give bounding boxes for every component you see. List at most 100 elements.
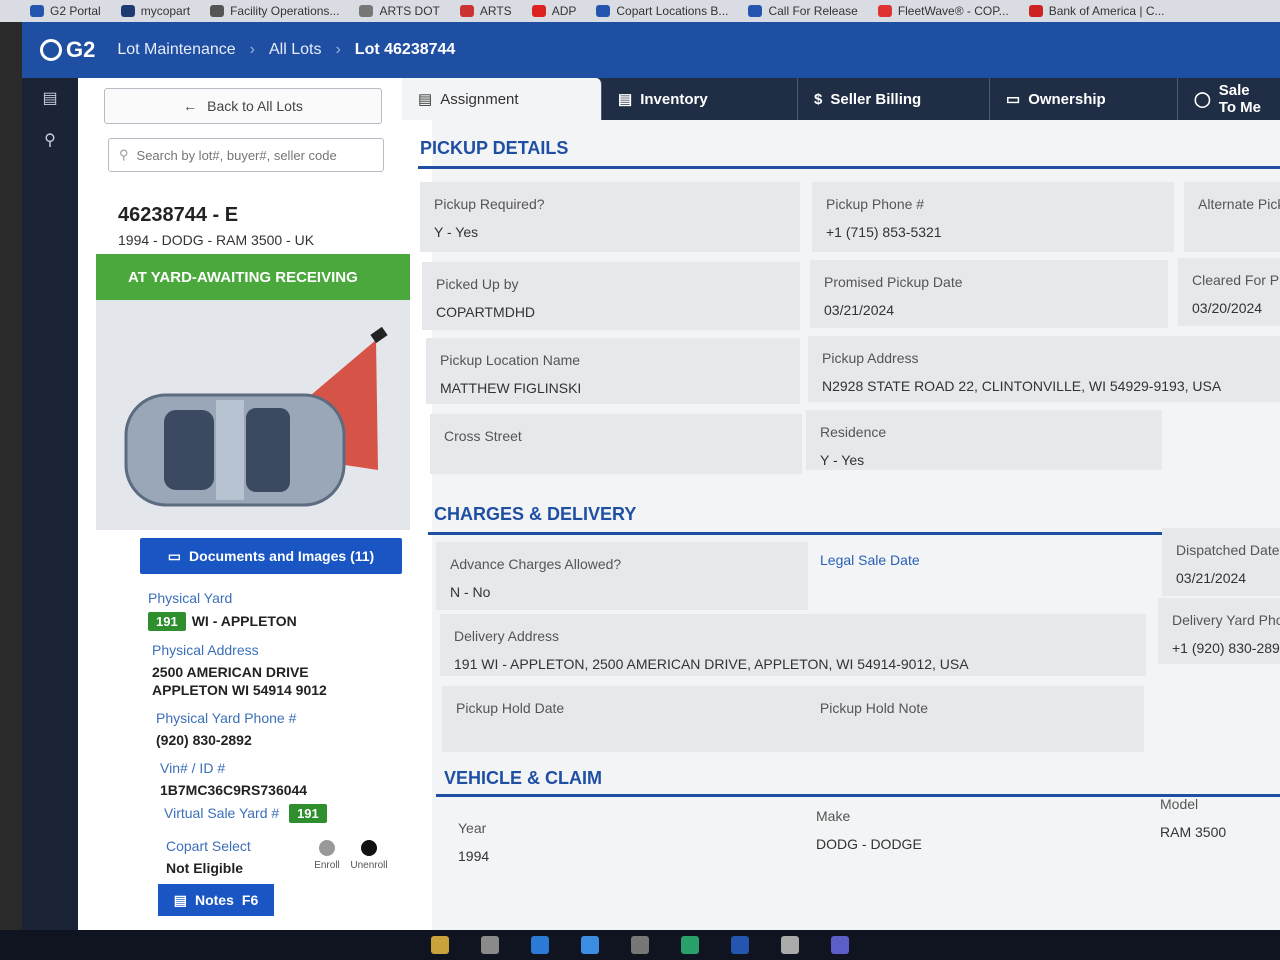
pickup-location-name-label: Pickup Location Name	[440, 352, 581, 368]
lot-vehicle-summary: 1994 - DODG - RAM 3500 - UK	[118, 232, 315, 248]
document-icon	[359, 5, 374, 17]
bookmark-bank-of-america[interactable]: Bank of America | C...	[1028, 4, 1165, 18]
adp-icon	[531, 5, 546, 17]
cleared-for-pickup-label: Cleared For Pic	[1192, 272, 1280, 288]
chevron-right-icon: ›	[249, 41, 255, 58]
bookmark-g2-portal[interactable]: G2 Portal	[30, 4, 101, 18]
pickup-phone-cell: Pickup Phone # +1 (715) 853-5321	[812, 182, 1174, 252]
outlook-icon[interactable]	[531, 936, 549, 954]
pickup-hold-cell: Pickup Hold Date Pickup Hold Note	[442, 686, 1144, 752]
vehicle-model-value: RAM 3500	[1160, 824, 1227, 840]
search-icon[interactable]: ⚲	[44, 130, 56, 150]
unenroll-toggle[interactable]: Unenroll	[344, 840, 394, 871]
delivery-address-cell: Delivery Address 191 WI - APPLETON, 2500…	[440, 614, 1146, 676]
logo-icon	[40, 39, 62, 61]
g2-icon	[748, 5, 763, 17]
section-divider	[418, 166, 1280, 169]
pickup-hold-note-label: Pickup Hold Note	[819, 700, 929, 716]
bookmark-arts-dot[interactable]: ARTS DOT	[359, 4, 440, 18]
lot-number-title: 46238744 - E	[118, 204, 239, 226]
copart-select-label: Copart Select	[166, 838, 251, 854]
copart-c-icon	[596, 5, 611, 17]
copart-icon	[120, 5, 135, 17]
app-icon[interactable]	[481, 936, 499, 954]
bookmark-facility-operations[interactable]: Facility Operations...	[210, 4, 339, 18]
arts-icon	[459, 5, 474, 17]
section-divider	[428, 532, 1280, 535]
cross-street-label: Cross Street	[444, 428, 522, 444]
back-to-all-lots-button[interactable]: ← Back to All Lots	[104, 88, 382, 124]
pickup-location-name-value: MATTHEW FIGLINSKI	[440, 380, 582, 396]
breadcrumb-lot-maintenance[interactable]: Lot Maintenance	[117, 41, 235, 59]
bookmark-mycopart[interactable]: mycopart	[120, 4, 190, 18]
monitor-icon[interactable]	[681, 936, 699, 954]
pickup-phone-value: +1 (715) 853-5321	[826, 224, 942, 240]
physical-yard-block: Physical Yard 191 WI - APPLETON	[148, 590, 297, 631]
app-icon[interactable]	[631, 936, 649, 954]
pickup-address-value: N2928 STATE ROAD 22, CLINTONVILLE, WI 54…	[822, 378, 1222, 394]
pickup-required-cell: Pickup Required? Y - Yes	[420, 182, 800, 252]
dollar-icon: $	[814, 90, 823, 108]
advance-charges-label: Advance Charges Allowed?	[450, 556, 622, 572]
vehicle-model-label: Model	[1160, 796, 1199, 812]
bookmark-call-for-release[interactable]: Call For Release	[748, 4, 858, 18]
physical-address-line1: 2500 AMERICAN DRIVE	[152, 664, 309, 680]
pickup-required-value: Y - Yes	[434, 224, 479, 240]
chevron-right-icon: ›	[335, 41, 341, 58]
pickup-details-title: PICKUP DETAILS	[420, 138, 569, 158]
notes-button[interactable]: ▤ Notes F6	[158, 884, 274, 916]
calculator-icon[interactable]	[781, 936, 799, 954]
advance-charges-cell: Advance Charges Allowed? N - No	[436, 542, 808, 610]
breadcrumb-all-lots[interactable]: All Lots	[269, 41, 321, 59]
promised-pickup-label: Promised Pickup Date	[824, 274, 963, 290]
app-screen: G2 Lot Maintenance › All Lots › Lot 4623…	[22, 22, 1280, 930]
vehicle-year-value: 1994	[458, 848, 490, 864]
delivery-yard-phone-label: Delivery Yard Phon	[1172, 612, 1280, 628]
search-icon: ⚲	[119, 147, 129, 162]
delivery-yard-phone-cell: Delivery Yard Phon +1 (920) 830-289	[1158, 598, 1280, 664]
bookmark-copart-locations[interactable]: Copart Locations B...	[596, 4, 728, 18]
car-icon[interactable]: ▤	[42, 88, 57, 108]
vehicle-make-value: DODG - DODGE	[816, 836, 922, 852]
legal-sale-date-label[interactable]: Legal Sale Date	[820, 552, 1148, 568]
basket-icon: ◯	[1194, 91, 1211, 108]
vehicle-make-cell: Make DODG - DODGE	[802, 794, 1142, 856]
picked-up-by-label: Picked Up by	[436, 276, 519, 292]
vehicle-make-label: Make	[816, 808, 851, 824]
lot-search-input[interactable]	[136, 147, 367, 163]
alternate-pickup-label: Alternate Pick	[1198, 196, 1280, 212]
pickup-address-label: Pickup Address	[822, 350, 919, 366]
copart-select-value: Not Eligible	[166, 860, 243, 876]
browser-icon[interactable]	[731, 936, 749, 954]
picked-up-by-value: COPARTMDHD	[436, 304, 536, 320]
tab-sale-to-me[interactable]: ◯ Sale To Me	[1178, 78, 1280, 120]
documents-and-images-button[interactable]: ▭ Documents and Images (11)	[140, 538, 402, 574]
phone-icon[interactable]	[581, 936, 599, 954]
yard-phone-block: Physical Yard Phone # (920) 830-2892	[156, 710, 296, 748]
delivery-yard-phone-value: +1 (920) 830-289	[1172, 640, 1280, 656]
residence-label: Residence	[820, 424, 887, 440]
promised-pickup-cell: Promised Pickup Date 03/21/2024	[810, 260, 1168, 328]
copart-select-block: Copart Select Not Eligible	[166, 838, 251, 876]
fleetwave-icon	[877, 5, 892, 17]
physical-yard-badge: 191	[148, 612, 186, 631]
tab-seller-billing[interactable]: $ Seller Billing	[798, 78, 990, 120]
bookmark-adp[interactable]: ADP	[531, 4, 576, 18]
vin-block: Vin# / ID # 1B7MC36C9RS736044	[160, 760, 307, 798]
bookmark-fleetwave[interactable]: FleetWave® - COP...	[877, 4, 1009, 18]
bookmark-arts[interactable]: ARTS	[459, 4, 512, 18]
physical-address-line2: APPLETON WI 54914 9012	[152, 682, 327, 698]
folder-icon: ▭	[167, 547, 182, 564]
g2-logo[interactable]: G2	[40, 37, 95, 63]
folder-icon[interactable]	[431, 936, 449, 954]
tab-inventory[interactable]: ▤ Inventory	[602, 78, 798, 120]
teams-icon[interactable]	[831, 936, 849, 954]
pickup-location-name-cell: Pickup Location Name MATTHEW FIGLINSKI	[426, 338, 800, 404]
dispatched-date-label: Dispatched Date	[1176, 542, 1280, 558]
residence-value: Y - Yes	[820, 452, 865, 468]
tab-assignment[interactable]: ▤ Assignment	[402, 78, 602, 120]
tab-ownership[interactable]: ▭ Ownership	[990, 78, 1178, 120]
physical-address-block: Physical Address 2500 AMERICAN DRIVE APP…	[152, 642, 327, 698]
dispatched-date-value: 03/21/2024	[1176, 570, 1247, 586]
virtual-yard-label: Virtual Sale Yard #	[164, 805, 280, 821]
